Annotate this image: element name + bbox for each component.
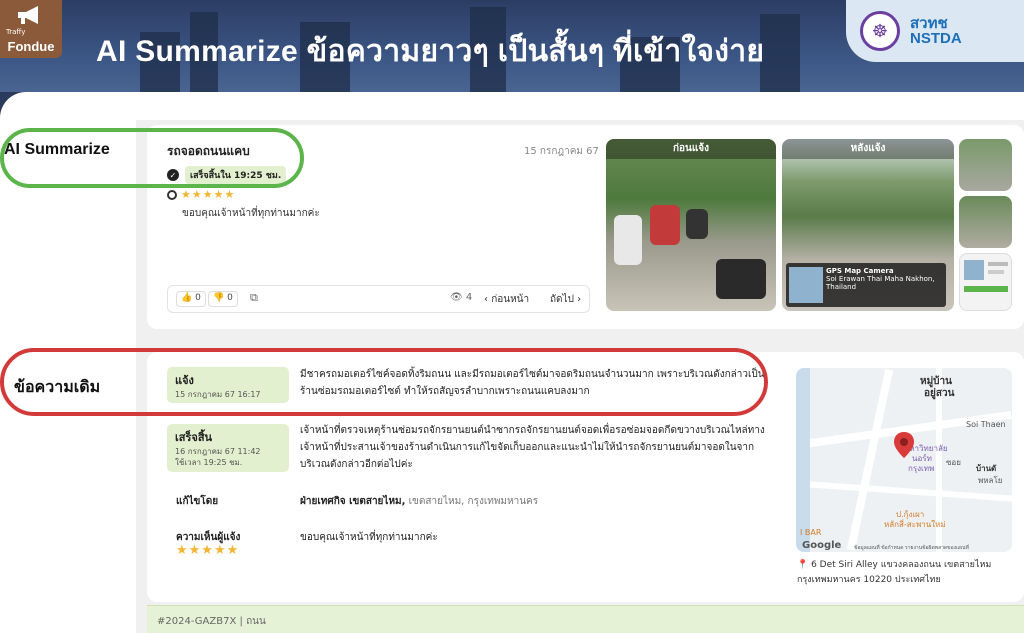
map-pin-icon [894,432,914,458]
fixed-by-dept: ฝ่ายเทศกิจ เขตสายไหม, [300,496,406,507]
rating-stars: ★★★★★ [181,188,236,201]
done-text: เจ้าหน้าที่ตรวจเหตุร้านซ่อมรถจักรยานยนต์… [300,425,765,470]
gps-map-thumbnail [789,267,823,303]
feedback-text: ขอบคุณเจ้าหน้าที่ทุกท่านมากค่ะ [300,532,438,543]
fixed-by-area: เขตสายไหม, กรุงเทพมหานคร [405,496,539,507]
traffy-fondue-logo: Traffy Fondue [0,0,62,58]
page-title: AI Summarize ข้อความยาวๆ เป็นสั้นๆ ที่เข… [96,35,765,68]
ticket-title: รถจอดถนนแคบ [167,144,250,158]
map-place-2: ซอย [946,458,961,467]
map-attribution: ข้อมูลแผนที่ ข้อกำหนด รายงานข้อผิดพลาดขอ… [854,545,969,551]
next-button[interactable]: ถัดไป › [550,292,581,307]
done-badge: เสร็จสิ้นใน 19:25 ชม. [185,166,287,184]
logo-text: Fondue [7,39,55,54]
done-duration: ใช้เวลา 19:25 ชม. [175,458,243,467]
map-address: 📍 6 Det Siri Alley แขวงคลองถนน เขตสายไหม… [797,558,1017,588]
dislike-count: 0 [227,293,233,303]
org-name-en: NSTDA [910,30,962,47]
fixed-by-label: แก้ไขโดย [176,496,219,507]
map-place-4b: หลักสี่-สะพานใหม่ [884,520,946,529]
nstda-seal-icon: ☸ [860,11,900,51]
gps-stamp: GPS Map Camera Soi Erawan Thai Maha Nakh… [786,263,946,307]
photo-before[interactable]: ก่อนแจ้ง [606,139,776,311]
like-button[interactable]: 👍 0 [176,291,206,307]
feedback-stars: ★★★★★ [176,543,240,558]
thumbs-down-icon: 👎 [213,293,225,303]
ticket-category: ถนน [246,616,266,627]
photo-thumb-3[interactable] [959,253,1012,311]
done-status: เสร็จสิ้น 16 กรกฎาคม 67 11:42 ใช้เวลา 19… [167,424,289,472]
ticket-id: #2024-GAZB7X [157,616,237,627]
original-text-label: ข้อความเดิม [14,379,101,396]
gps-title: GPS Map Camera [826,267,894,275]
megaphone-icon [18,6,38,24]
google-logo: Google [802,540,842,551]
map-shop: I BAR [800,528,822,537]
report-text: มีชาครถมอเตอร์ไซค์จอดทิ้งริมถนน และมีรถม… [300,369,765,397]
photo-after[interactable]: หลังแจ้ง GPS Map Camera Soi Erawan Thai … [782,139,954,311]
map-place-1b: อยู่สวน [924,388,955,399]
like-count: 0 [195,293,201,303]
report-status: แจ้ง 15 กรกฎาคม 67 16:17 [167,367,289,403]
address-text: 6 Det Siri Alley แขวงคลองถนน เขตสายไหม ก… [797,560,992,585]
header-banner: Traffy Fondue AI Summarize ข้อความยาวๆ เ… [0,0,1024,92]
photo-thumb-1[interactable] [959,139,1012,191]
view-count: 4 [465,292,473,303]
location-map[interactable]: หมู่บ้าน อยู่สวน Soi Thaen ซอย มหาวิทยาล… [796,368,1012,552]
views-counter: 👁 4 [450,292,472,303]
ticket-comment: ขอบคุณเจ้าหน้าที่ทุกท่านมากค่ะ [182,208,320,219]
ticket-footer: #2024-GAZB7X | ถนน [147,605,1024,633]
gps-location: Soi Erawan Thai Maha Nakhon, Thailand [826,275,935,291]
done-date: 16 กรกฎาคม 67 11:42 [175,447,261,456]
copy-icon[interactable]: ⧉ [250,291,258,305]
map-road: Soi Thaen [966,420,1006,429]
org-name-thai: สวทช [910,15,948,32]
ticket-date: 15 กรกฎาคม 67 [524,146,599,157]
done-row: ✓ เสร็จสิ้นใน 19:25 ชม. [167,166,287,184]
user-rating-row: ★★★★★ [167,188,235,201]
photo-before-label: ก่อนแจ้ง [606,139,776,159]
ticket-toolbar: 👍 0 👎 0 ⧉ 👁 4 ‹ ก่อนหน้า ถัดไป › [167,285,590,313]
user-icon [167,189,177,200]
thumbs-up-icon: 👍 [181,293,193,303]
eye-icon: 👁 [450,292,463,303]
fixed-by-value: ฝ่ายเทศกิจ เขตสายไหม, เขตสายไหม, กรุงเทพ… [300,494,538,509]
nstda-logo: ☸ สวทช NSTDA [846,0,1024,62]
photo-after-label: หลังแจ้ง [782,139,954,159]
map-place-3c: กรุงเทพ [908,464,935,473]
location-pin-icon: 📍 [797,560,809,570]
next-label: ถัดไป [550,294,574,305]
map-place-5b: พหลโย [978,476,1003,485]
check-circle-icon: ✓ [167,169,179,181]
prev-button[interactable]: ‹ ก่อนหน้า [484,292,529,307]
logo-small-text: Traffy [6,28,26,36]
ai-summarize-label: AI Summarize [4,141,110,158]
photo-thumb-2[interactable] [959,196,1012,248]
dislike-button[interactable]: 👎 0 [208,291,238,307]
report-date: 15 กรกฎาคม 67 16:17 [175,390,261,399]
done-status-label: เสร็จสิ้น [175,431,213,444]
prev-label: ก่อนหน้า [491,294,530,305]
report-status-label: แจ้ง [175,374,194,387]
